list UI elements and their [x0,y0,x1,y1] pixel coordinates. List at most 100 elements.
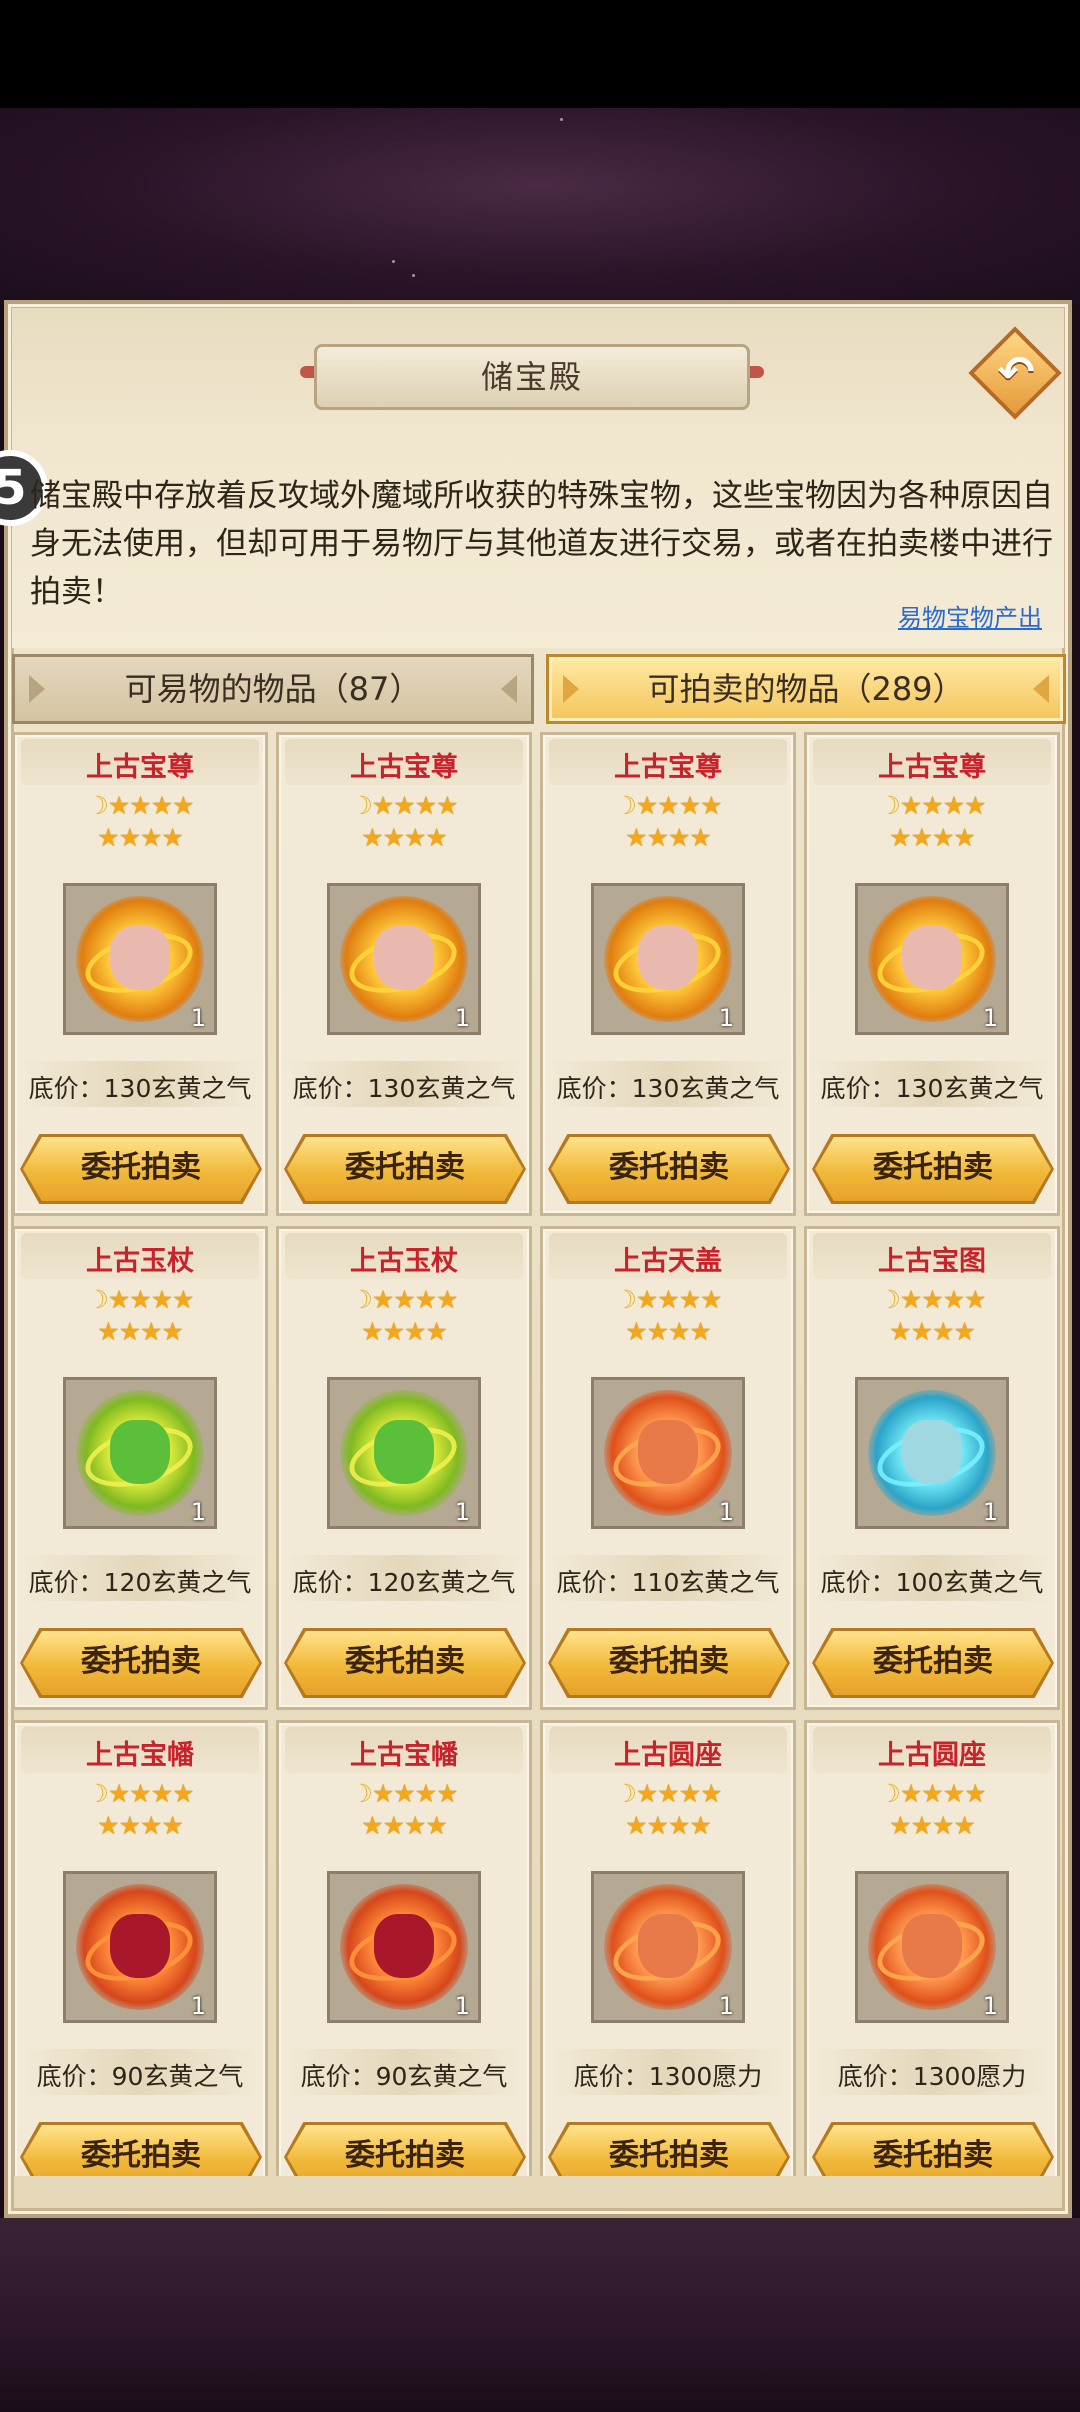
item-card[interactable]: 上古玉杖 ☽★★★★ ★★★★ 1 底价：120玄黄之气 委托拍卖 [12,1226,268,1710]
item-price: 底价：100玄黄之气 [820,1568,1044,1597]
item-rating-row-2: ★★★★ [807,823,1057,853]
moon-icon: ☽ [86,1285,108,1314]
item-rating-row-1: ☽★★★★ [279,791,529,821]
item-card[interactable]: 上古圆座 ☽★★★★ ★★★★ 1 底价：1300愿力 委托拍卖 [804,1720,1060,2176]
tab-label: 可拍卖的物品（289） [647,670,965,708]
item-rating-row-1: ☽★★★★ [543,1779,793,1809]
star-icons: ★★★★ [371,791,459,820]
consign-auction-button[interactable]: 委托拍卖 [815,1631,1051,1695]
item-quantity: 1 [190,1498,206,1526]
item-icon-slot[interactable]: 1 [327,1377,481,1529]
item-rating-row-1: ☽★★★★ [15,1779,265,1809]
consign-auction-button[interactable]: 委托拍卖 [551,1631,787,1695]
star-icons: ★★★★ [889,823,976,852]
back-arrow-icon: ↶ [997,347,1035,398]
item-card[interactable]: 上古宝幡 ☽★★★★ ★★★★ 1 底价：90玄黄之气 委托拍卖 [276,1720,532,2176]
consign-auction-button[interactable]: 委托拍卖 [23,1137,259,1201]
treasure-icon [340,896,468,1022]
item-card[interactable]: 上古玉杖 ☽★★★★ ★★★★ 1 底价：120玄黄之气 委托拍卖 [276,1226,532,1710]
item-grid[interactable]: 上古宝尊 ☽★★★★ ★★★★ 1 底价：130玄黄之气 委托拍卖 上古宝尊 ☽★★★★ ★★★… [12,732,1066,2176]
item-price: 底价：130玄黄之气 [556,1074,780,1103]
item-card[interactable]: 上古天盖 ☽★★★★ ★★★★ 1 底价：110玄黄之气 委托拍卖 [540,1226,796,1710]
item-rating-row-1: ☽★★★★ [807,791,1057,821]
back-button[interactable]: ↶ [968,326,1064,422]
treasure-body [638,1420,698,1484]
item-icon-slot[interactable]: 1 [327,1871,481,2023]
moon-icon: ☽ [878,1779,900,1808]
chevron-right-icon [1033,675,1049,703]
item-icon-slot[interactable]: 1 [327,883,481,1035]
item-icon-slot[interactable]: 1 [855,883,1009,1035]
item-quantity: 1 [454,1004,470,1032]
star-icons: ★★★★ [107,1285,195,1314]
chevron-left-icon [563,675,579,703]
item-name: 上古天盖 [614,1246,722,1277]
item-card[interactable]: 上古宝图 ☽★★★★ ★★★★ 1 底价：100玄黄之气委托拍卖 [804,1226,1060,1710]
star-icons: ★★★★ [371,1285,459,1314]
item-rating-row-2: ★★★★ [279,1317,529,1347]
item-card[interactable]: 上古圆座 ☽★★★★ ★★★★ 1 底价：1300愿力 委托拍卖 [540,1720,796,2176]
consign-auction-button[interactable]: 委托拍卖 [23,2125,259,2176]
treasure-body [902,926,962,990]
star-icons: ★★★★ [107,791,195,820]
moon-icon: ☽ [350,1285,372,1314]
moon-icon: ☽ [350,1779,372,1808]
star-icons: ★★★★ [899,791,987,820]
treasure-icon [76,1390,204,1516]
treasure-icon [340,1390,468,1516]
consign-auction-button[interactable]: 委托拍卖 [287,1137,523,1201]
item-rating-row-2: ★★★★ [543,1317,793,1347]
item-icon-slot[interactable]: 1 [63,1377,217,1529]
item-icon-slot[interactable]: 1 [63,883,217,1035]
item-rating-row-2: ★★★★ [543,1811,793,1841]
item-card[interactable]: 上古宝尊 ☽★★★★ ★★★★ 1 底价：130玄黄之气 委托拍卖 [12,732,268,1216]
item-rating-row-2: ★★★★ [807,1317,1057,1347]
treasure-source-link[interactable]: 易物宝物产出 [898,598,1042,633]
moon-icon: ☽ [614,1779,636,1808]
item-quantity: 1 [718,1004,734,1032]
sky-star [392,260,395,263]
item-icon-slot[interactable]: 1 [591,883,745,1035]
item-card[interactable]: 上古宝尊 ☽★★★★ ★★★★ 1 底价：130玄黄之气委托拍卖 [804,732,1060,1216]
item-card[interactable]: 上古宝尊 ☽★★★★ ★★★★ 1 底价：130玄黄之气 委托拍卖 [540,732,796,1216]
moon-icon: ☽ [86,791,108,820]
treasure-body [638,1914,698,1978]
item-name: 上古宝尊 [878,752,986,783]
item-name: 上古宝图 [878,1246,986,1277]
item-card[interactable]: 上古宝幡 ☽★★★★ ★★★★ 1 底价：90玄黄之气 委托拍卖 [12,1720,268,2176]
item-price: 底价：110玄黄之气 [556,1568,780,1597]
item-rating-row-1: ☽★★★★ [807,1285,1057,1315]
item-card[interactable]: 上古宝尊 ☽★★★★ ★★★★ 1 底价：130玄黄之气 委托拍卖 [276,732,532,1216]
item-rating-row-2: ★★★★ [807,1811,1057,1841]
consign-auction-button[interactable]: 委托拍卖 [551,2125,787,2176]
star-icons: ★★★★ [889,1317,976,1346]
status-bar [0,0,1080,108]
tab-tradeable-items[interactable]: 可易物的物品（87） [12,654,534,724]
consign-auction-button[interactable]: 委托拍卖 [815,2125,1051,2176]
item-name: 上古宝幡 [86,1740,194,1771]
item-quantity: 1 [982,1992,998,2020]
tab-auctionable-items[interactable]: 可拍卖的物品（289） [546,654,1066,724]
consign-auction-button[interactable]: 委托拍卖 [287,2125,523,2176]
item-quantity: 1 [454,1992,470,2020]
item-icon-slot[interactable]: 1 [855,1377,1009,1529]
item-rating-row-1: ☽★★★★ [807,1779,1057,1809]
item-price: 底价：1300愿力 [573,2062,763,2091]
consign-auction-button[interactable]: 委托拍卖 [815,1137,1051,1201]
consign-auction-button[interactable]: 委托拍卖 [23,1631,259,1695]
item-rating-row-1: ☽★★★★ [15,1285,265,1315]
treasure-icon [76,896,204,1022]
consign-auction-button[interactable]: 委托拍卖 [551,1137,787,1201]
item-icon-slot[interactable]: 1 [591,1377,745,1529]
star-icons: ★★★★ [107,1779,195,1808]
item-quantity: 1 [718,1992,734,2020]
treasure-body [374,1914,434,1978]
item-icon-slot[interactable]: 1 [591,1871,745,2023]
item-price: 底价：130玄黄之气 [820,1074,1044,1103]
star-icons: ★★★★ [635,791,723,820]
item-quantity: 1 [982,1004,998,1032]
treasure-body [638,926,698,990]
consign-auction-button[interactable]: 委托拍卖 [287,1631,523,1695]
item-icon-slot[interactable]: 1 [63,1871,217,2023]
item-icon-slot[interactable]: 1 [855,1871,1009,2023]
